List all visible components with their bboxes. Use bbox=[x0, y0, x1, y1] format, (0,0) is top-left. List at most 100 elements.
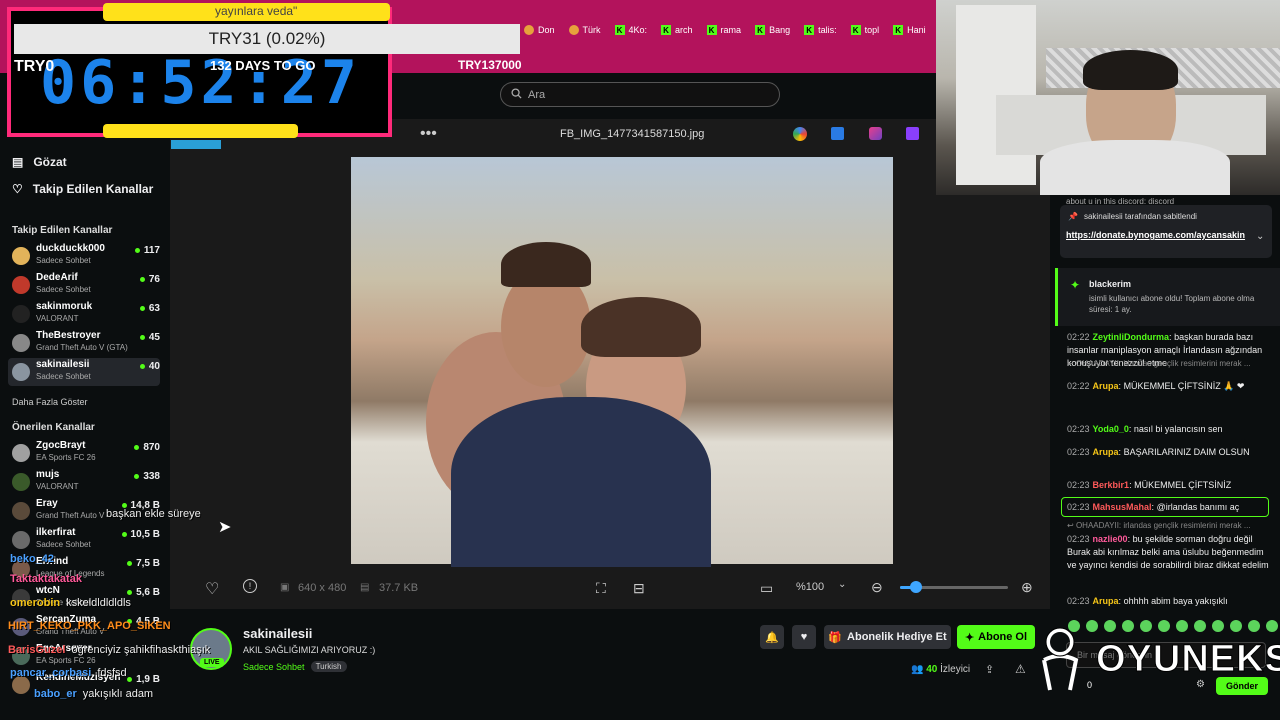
overlay-chat-line: omerobin kskeldldldldls bbox=[10, 597, 131, 609]
message-time: 02:23 bbox=[1067, 447, 1090, 457]
browser-tab[interactable]: Ktopl bbox=[847, 20, 884, 40]
browser-tab-label: topl bbox=[864, 25, 880, 35]
message-time: 02:22 bbox=[1067, 332, 1090, 342]
browser-tab[interactable]: Karch bbox=[657, 20, 697, 40]
goal-target: TRY137000 bbox=[458, 58, 522, 72]
chat-message[interactable]: 02:23 Yoda0_0: nasıl bi yalancısın sen bbox=[1067, 423, 1272, 436]
message-user[interactable]: Yoda0_0 bbox=[1093, 424, 1129, 434]
message-user[interactable]: Arupa bbox=[1093, 447, 1119, 457]
designer-icon[interactable] bbox=[869, 127, 882, 140]
search-input[interactable]: Ara bbox=[500, 82, 780, 107]
follow-button[interactable]: ♥ bbox=[792, 625, 816, 649]
more-options-icon[interactable]: ••• bbox=[420, 125, 437, 143]
report-icon[interactable]: ⚠ bbox=[1015, 662, 1026, 676]
recommended-title: Önerilen Kanallar bbox=[12, 422, 95, 433]
share-icon[interactable]: ⇪ bbox=[985, 663, 994, 676]
zoom-in-icon[interactable]: ⊕ bbox=[1021, 579, 1033, 596]
overlay-chat-user: babo_er bbox=[34, 688, 77, 700]
chat-message[interactable]: 02:22 Arupa: MÜKEMMEL ÇİFTSİNİZ 🙏 ❤ bbox=[1067, 380, 1272, 393]
browser-tab[interactable]: K 4Ko: bbox=[611, 20, 652, 40]
copilot-icon[interactable] bbox=[793, 127, 807, 141]
channel-category: VALORANT bbox=[36, 314, 79, 323]
live-dot-icon bbox=[139, 306, 145, 311]
nav-following[interactable]: ♡ Takip Edilen Kanallar bbox=[12, 182, 153, 196]
live-dot-icon bbox=[139, 335, 145, 340]
nav-browse[interactable]: ▤ Gözat bbox=[12, 155, 67, 169]
language-tag[interactable]: Turkish bbox=[310, 661, 347, 672]
message-user[interactable]: Arupa bbox=[1093, 381, 1119, 391]
channel-item[interactable]: sakinmoruk VALORANT 63 bbox=[8, 300, 160, 328]
oyuneks-logo: OYUNEKS bbox=[1030, 624, 1280, 694]
reply-icon: ↩ bbox=[1067, 359, 1076, 368]
channel-item[interactable]: ilkerfirat Sadece Sohbet 10,5 B bbox=[8, 526, 160, 554]
pinned-message[interactable]: 📌 sakinailesii tarafından sabitlendi htt… bbox=[1060, 205, 1272, 258]
channel-name: duckduckk000 bbox=[36, 243, 105, 254]
browser-tabs: Don Türk K 4Ko: Karch Krama K Bang Ktalis: Ktopl K… bbox=[520, 20, 930, 40]
zoom-out-icon[interactable]: ⊖ bbox=[871, 579, 883, 596]
viewer-number: 117 bbox=[143, 245, 160, 256]
channel-viewers: 76 bbox=[139, 274, 160, 285]
overlay-chat-line: HIRT_KEKO_PKK_APO_SIKEN bbox=[8, 620, 177, 632]
live-dot-icon bbox=[134, 445, 140, 450]
browser-tab[interactable]: K Bang bbox=[751, 20, 794, 40]
browser-tab-label: Hani bbox=[907, 25, 926, 35]
channel-item[interactable]: DedeArif Sadece Sohbet 76 bbox=[8, 271, 160, 299]
webcam-hair bbox=[1083, 50, 1178, 90]
viewer-label: İzleyici bbox=[940, 664, 971, 675]
channel-category: Sadece Sohbet bbox=[36, 540, 91, 549]
fit-screen-icon[interactable]: ▭ bbox=[760, 580, 773, 597]
channel-item[interactable]: TheBestroyer Grand Theft Auto V (GTA) 45 bbox=[8, 329, 160, 357]
favorite-icon[interactable]: ♡ bbox=[205, 579, 219, 599]
viewer-count: 👥 40 İzleyici bbox=[911, 664, 970, 675]
chat-message[interactable]: 02:23 nazlie00: bu şekilde sorman doğru d… bbox=[1067, 533, 1272, 572]
pinned-link[interactable]: https://donate.bynogame.com/aycansakin bbox=[1066, 229, 1251, 241]
channel-name: wtcN bbox=[36, 585, 60, 596]
stream-category-row: Sadece Sohbet Turkish bbox=[243, 661, 347, 672]
browser-tab-label: Don bbox=[538, 25, 555, 35]
subscribe-button[interactable]: ✦ Abone Ol bbox=[957, 625, 1035, 649]
scan-text-icon[interactable]: ⊟ bbox=[633, 580, 645, 597]
chevron-down-icon[interactable]: ⌄ bbox=[838, 579, 846, 590]
overlay-chat-user: omerobin bbox=[10, 597, 61, 609]
message-user[interactable]: Arupa bbox=[1093, 596, 1119, 606]
edit-icon[interactable] bbox=[831, 127, 844, 140]
channel-item[interactable]: mujs VALORANT 338 bbox=[8, 468, 160, 496]
browser-tab[interactable]: Türk bbox=[565, 20, 605, 40]
message-user[interactable]: nazlie00 bbox=[1093, 534, 1128, 544]
chat-message[interactable]: 02:23 Arupa: BAŞARILARINIZ DAIM OLSUN bbox=[1067, 446, 1272, 459]
reply-preview[interactable]: ↩ OHAADAYII: irlandas gençlik resimlerin… bbox=[1067, 359, 1251, 368]
live-dot-icon bbox=[139, 364, 145, 369]
clipchamp-icon[interactable] bbox=[906, 127, 919, 140]
message-time: 02:23 bbox=[1067, 480, 1090, 490]
message-text: ohhhh abim baya yakışıklı bbox=[1123, 596, 1228, 606]
message-user[interactable]: ZeytinliDondurma bbox=[1093, 332, 1170, 342]
browser-tab[interactable]: Don bbox=[520, 20, 559, 40]
channel-item[interactable]: duckduckk000 Sadece Sohbet 117 bbox=[8, 242, 160, 270]
browser-tab[interactable]: Ktalis: bbox=[800, 20, 841, 40]
message-user[interactable]: Berkbir1 bbox=[1093, 480, 1130, 490]
overlay-chat-line: Taktaktakatak bbox=[10, 573, 88, 585]
streamer-name[interactable]: sakinailesii bbox=[243, 626, 312, 641]
browser-tab-label: 4Ko: bbox=[628, 25, 648, 35]
message-text: MÜKEMMEL ÇİFTSİNİZ 🙏 ❤ bbox=[1123, 381, 1245, 391]
chat-message[interactable]: 02:23 Berkbir1: MÜKEMMEL ÇİFTSİNİZ bbox=[1067, 479, 1272, 492]
channel-viewers: 870 bbox=[134, 442, 160, 453]
gift-sub-button[interactable]: 🎁 Abonelik Hediye Et bbox=[824, 625, 951, 649]
info-icon[interactable]: ! bbox=[243, 579, 257, 593]
show-more-link[interactable]: Daha Fazla Göster bbox=[12, 397, 88, 407]
notification-bell-button[interactable]: 🔔 bbox=[760, 625, 784, 649]
browser-tab[interactable]: Krama bbox=[703, 20, 746, 40]
chevron-down-icon[interactable]: ⌄ bbox=[1256, 231, 1264, 242]
chat-message[interactable]: 02:23 Arupa: ohhhh abim baya yakışıklı bbox=[1067, 595, 1272, 608]
zoom-level[interactable]: %100 bbox=[796, 581, 824, 593]
heart-icon: ♡ bbox=[12, 182, 23, 196]
channel-item[interactable]: ZgocBrayt EA Sports FC 26 870 bbox=[8, 439, 160, 467]
live-dot-icon bbox=[134, 474, 140, 479]
stream-category[interactable]: Sadece Sohbet bbox=[243, 662, 305, 672]
crop-icon[interactable]: ⛶ bbox=[596, 580, 606, 597]
browser-tab[interactable]: K Hani bbox=[889, 20, 930, 40]
reply-preview[interactable]: ↩ OHAADAYII: irlandas gençlik resimlerin… bbox=[1067, 521, 1251, 530]
channel-item[interactable]: sakinailesii Sadece Sohbet 40 bbox=[8, 358, 160, 386]
timer-bottom-bar bbox=[103, 124, 298, 138]
channel-category: Grand Theft Auto V bbox=[36, 511, 105, 520]
